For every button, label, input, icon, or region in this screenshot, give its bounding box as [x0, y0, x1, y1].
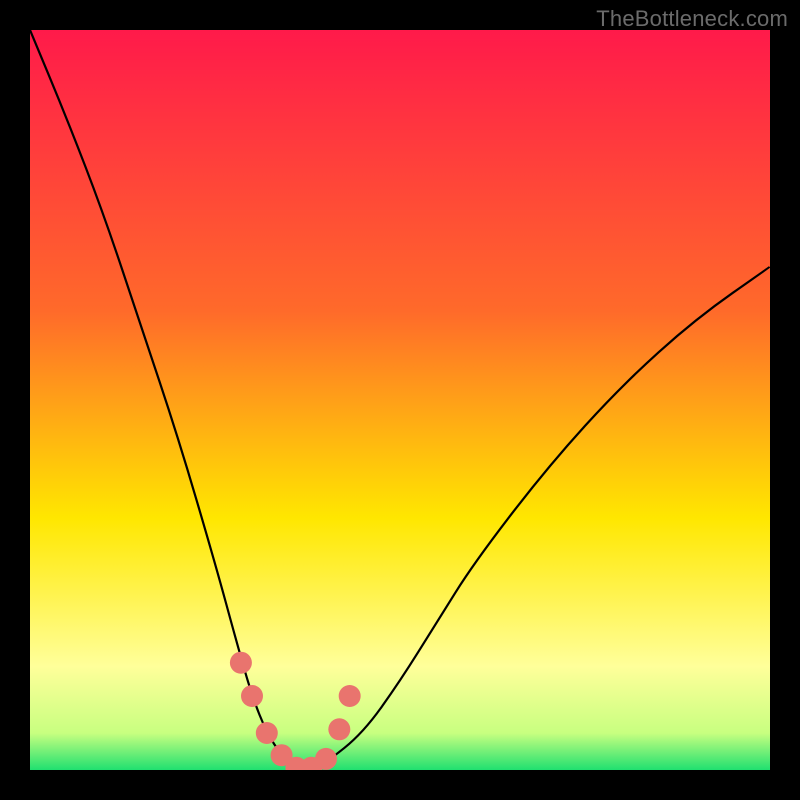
highlight-marker	[328, 718, 350, 740]
chart-frame: TheBottleneck.com	[0, 0, 800, 800]
plot-area	[30, 30, 770, 770]
highlight-marker	[256, 722, 278, 744]
highlight-marker	[315, 748, 337, 770]
bottleneck-curve	[30, 30, 770, 770]
highlight-marker	[241, 685, 263, 707]
highlight-marker	[230, 652, 252, 674]
watermark-label: TheBottleneck.com	[596, 6, 788, 32]
chart-overlay	[30, 30, 770, 770]
highlight-markers	[230, 652, 361, 770]
highlight-marker	[339, 685, 361, 707]
